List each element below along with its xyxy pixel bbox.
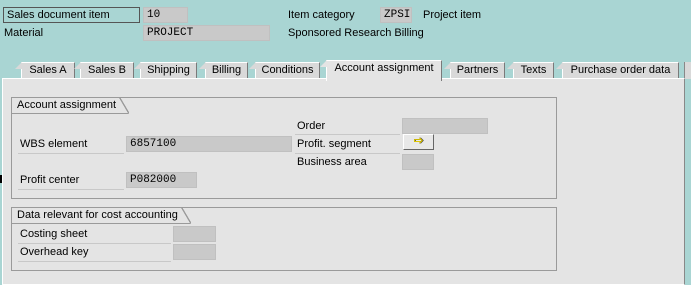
- tab-partners[interactable]: Partners: [444, 62, 505, 79]
- material-field: PROJECT: [143, 25, 270, 41]
- account-assignment-group-title: Account assignment: [11, 97, 130, 114]
- costing-sheet-field[interactable]: [173, 226, 216, 242]
- business-area-label: Business area: [297, 156, 367, 168]
- item-category-description: Project item: [423, 9, 482, 21]
- profit-segment-label: Profit. segment: [297, 138, 371, 150]
- profit-segment-row-line: [295, 153, 400, 154]
- arrow-right-icon: ⇨: [413, 135, 424, 147]
- tab-scroll-right[interactable]: [684, 62, 691, 79]
- account-assignment-group: Account assignment Order WBS element 685…: [11, 97, 557, 199]
- item-category-field: ZPSI: [380, 7, 412, 23]
- business-area-field[interactable]: [402, 154, 434, 170]
- overhead-key-label: Overhead key: [20, 246, 89, 258]
- tab-sales-b[interactable]: Sales B: [74, 62, 134, 79]
- tab-conditions[interactable]: Conditions: [249, 62, 320, 79]
- wbs-row-line: [18, 153, 124, 154]
- tab-purchase-order-data[interactable]: Purchase order data: [556, 62, 679, 79]
- profit-center-field[interactable]: P082000: [126, 172, 197, 188]
- material-description: Sponsored Research Billing: [288, 27, 424, 39]
- tab-panel-account-assignment: Account assignment Order WBS element 685…: [2, 78, 685, 285]
- tab-account-assignment[interactable]: Account assignment: [320, 60, 442, 81]
- wbs-element-label: WBS element: [20, 138, 88, 150]
- sales-document-item-field: 10: [143, 7, 188, 23]
- overhead-key-row-line: [18, 261, 171, 262]
- tab-sales-a[interactable]: Sales A: [15, 62, 75, 79]
- wbs-element-field[interactable]: 6857100: [126, 136, 292, 152]
- tab-billing[interactable]: Billing: [199, 62, 248, 79]
- profit-center-row-line: [18, 189, 124, 190]
- order-label: Order: [297, 120, 326, 132]
- cost-accounting-group: Data relevant for cost accounting Costin…: [11, 207, 557, 271]
- sales-document-item-label: Sales document item: [3, 7, 140, 23]
- tab-shipping[interactable]: Shipping: [134, 62, 197, 79]
- profit-center-label: Profit center: [20, 174, 80, 186]
- order-row-line: [295, 134, 400, 135]
- order-field[interactable]: [402, 118, 488, 134]
- tab-texts[interactable]: Texts: [507, 62, 554, 79]
- item-category-label: Item category: [288, 9, 355, 21]
- cost-accounting-group-title: Data relevant for cost accounting: [11, 207, 191, 224]
- profit-segment-button[interactable]: ⇨: [403, 134, 434, 150]
- material-label: Material: [4, 27, 44, 39]
- costing-sheet-label: Costing sheet: [20, 228, 88, 240]
- costing-sheet-row-line: [18, 243, 171, 244]
- overhead-key-field[interactable]: [173, 244, 216, 260]
